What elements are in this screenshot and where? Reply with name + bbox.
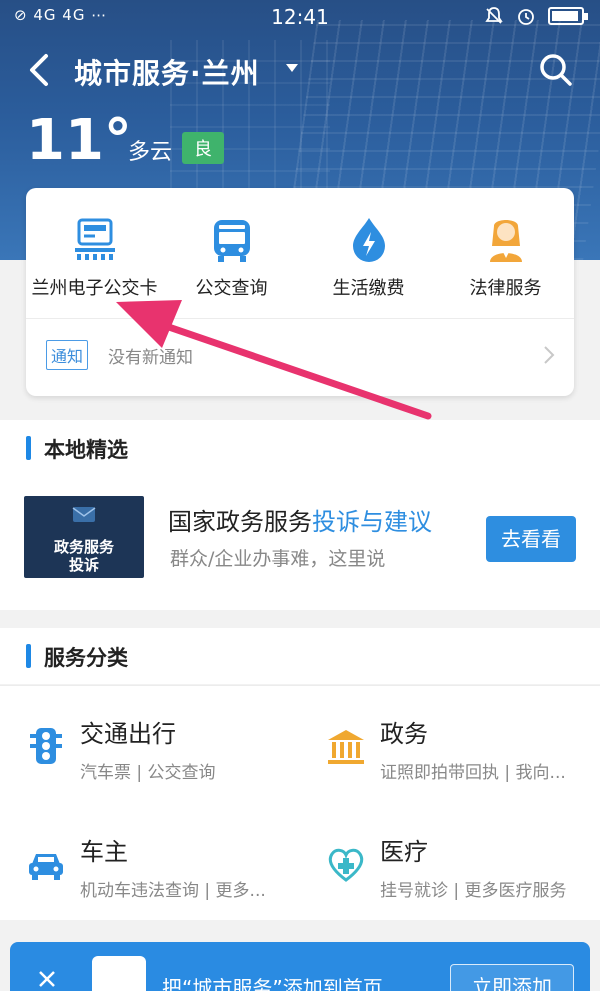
city-services-page: ⊘ 4G 4G ⋯ 12:41 城市服务·兰州 11° 多云 良 兰州电子公交卡…	[0, 0, 600, 991]
section-accent-bar	[26, 436, 31, 460]
category-desc: 机动车违法查询 | 更多...	[80, 881, 266, 901]
temperature: 11°	[26, 108, 132, 173]
category-transport[interactable]: 交通出行 汽车票 | 公交查询	[26, 714, 316, 794]
section-accent-bar	[26, 644, 31, 668]
air-quality-badge: 良	[182, 132, 224, 164]
quick-item-label: 生活缴费	[332, 278, 405, 299]
notice-row[interactable]: 通知 没有新通知	[46, 340, 556, 372]
category-desc: 挂号就诊 | 更多医疗服务	[380, 881, 567, 901]
category-name: 交通出行	[80, 720, 176, 748]
category-name: 政务	[380, 720, 428, 748]
close-icon[interactable]	[34, 966, 60, 991]
local-picks-header: 本地精选	[0, 420, 600, 476]
gov-thumbnail: 政务服务 投诉	[24, 496, 144, 578]
alarm-clock-icon	[518, 9, 534, 25]
category-government[interactable]: 政务 证照即拍带回执 | 我向...	[326, 714, 600, 794]
category-name: 车主	[80, 838, 128, 866]
card-divider	[26, 318, 574, 319]
section-divider	[0, 685, 600, 686]
car-icon	[29, 854, 63, 880]
utility-drop-icon	[352, 218, 385, 262]
add-to-home-banner: 把“城市服务”添加到首页 立即添加	[10, 942, 590, 991]
quick-item-label: 公交查询	[195, 278, 268, 299]
status-bar: ⊘ 4G 4G ⋯ 12:41	[0, 0, 600, 34]
gov-card-title: 国家政务服务投诉与建议	[168, 502, 432, 537]
gov-card-subtitle: 群众/企业办事难，这里说	[170, 548, 386, 570]
category-name: 医疗	[380, 838, 428, 866]
gov-title-highlight: 投诉与建议	[312, 508, 432, 536]
city-title[interactable]: 城市服务·兰州	[74, 52, 260, 92]
bus-card-icon	[74, 218, 115, 260]
weather-condition: 多云	[128, 140, 173, 165]
add-banner-text: 把“城市服务”添加到首页	[162, 976, 383, 991]
category-car-owner[interactable]: 车主 机动车违法查询 | 更多...	[26, 832, 316, 912]
status-right-icons	[484, 6, 588, 26]
go-see-button[interactable]: 去看看	[486, 516, 576, 562]
traffic-light-icon	[30, 728, 62, 764]
app-logo-icon	[92, 956, 146, 991]
navigation-bar: 城市服务·兰州	[0, 40, 600, 100]
section-title: 本地精选	[44, 438, 128, 462]
chevron-right-icon	[544, 346, 555, 364]
quick-services-card: 兰州电子公交卡 公交查询 生活缴费 法律服务 通知 没有新通知	[26, 188, 574, 396]
notice-text: 没有新通知	[108, 348, 193, 368]
government-building-icon	[328, 730, 364, 764]
quick-item-utility-payment[interactable]: 生活缴费	[300, 208, 437, 308]
quick-item-bus-card[interactable]: 兰州电子公交卡	[26, 208, 163, 308]
add-now-button[interactable]: 立即添加	[450, 964, 574, 991]
quick-services-row: 兰州电子公交卡 公交查询 生活缴费 法律服务	[26, 208, 574, 308]
gov-complaint-card[interactable]: 政务服务 投诉 国家政务服务投诉与建议 群众/企业办事难，这里说 去看看	[0, 476, 600, 610]
quick-item-label: 法律服务	[469, 278, 542, 299]
category-desc: 证照即拍带回执 | 我向...	[380, 763, 566, 783]
mute-bell-icon	[485, 7, 503, 24]
section-title: 服务分类	[44, 646, 128, 670]
notice-tag: 通知	[46, 340, 89, 370]
thumb-line2: 投诉	[68, 556, 99, 574]
gov-title-prefix: 国家政务服务	[168, 508, 312, 536]
judge-icon	[489, 220, 522, 262]
category-medical[interactable]: 医疗 挂号就诊 | 更多医疗服务	[326, 832, 600, 912]
back-arrow-icon[interactable]	[22, 50, 56, 90]
medical-heart-icon	[328, 848, 364, 882]
search-icon[interactable]	[538, 52, 574, 88]
quick-item-legal-services[interactable]: 法律服务	[437, 208, 574, 308]
service-categories-header: 服务分类	[0, 628, 600, 684]
quick-item-bus-query[interactable]: 公交查询	[163, 208, 300, 308]
category-desc: 汽车票 | 公交查询	[80, 763, 216, 783]
service-categories-grid: 交通出行 汽车票 | 公交查询 政务 证照即拍带回执 | 我向... 车主 机动…	[0, 685, 600, 920]
quick-item-label: 兰州电子公交卡	[31, 278, 158, 299]
city-dropdown-caret-icon[interactable]	[286, 64, 298, 72]
battery-icon	[548, 7, 588, 25]
mail-icon	[72, 507, 96, 522]
bus-icon	[213, 220, 250, 262]
